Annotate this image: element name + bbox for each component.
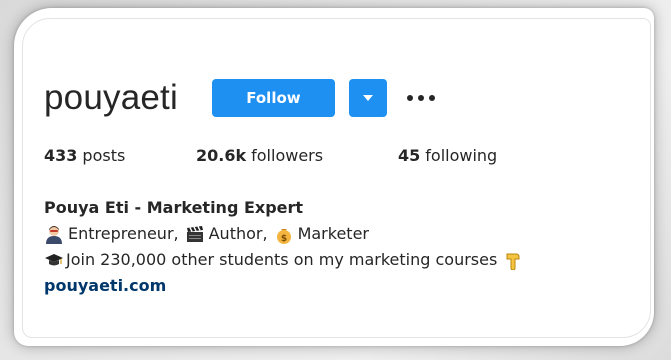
person-emoji-icon [44,224,64,244]
followers-stat[interactable]: 20.6k followers [196,146,398,165]
followers-count: 20.6k [196,146,247,165]
following-stat[interactable]: 45 following [398,146,497,165]
money-bag-emoji-icon: $ [274,224,294,244]
clapperboard-emoji-icon [185,224,205,244]
bio-name: Pouya Eti - Marketing Expert [44,198,304,217]
following-count: 45 [398,146,421,165]
svg-text:$: $ [280,234,286,244]
profile-stats: 433 posts 20.6k followers 45 following [44,146,644,165]
bio-role-marketer: Marketer [297,224,369,243]
more-options-icon [406,95,413,101]
profile-header: pouyaeti Follow 433 posts 20.6k follower… [44,72,644,299]
follow-button[interactable]: Follow [211,79,335,117]
posts-stat: 433 posts [44,146,196,165]
suggestions-dropdown-button[interactable] [348,79,387,117]
following-label: following [425,146,498,165]
followers-label: followers [251,146,324,165]
graduation-cap-emoji-icon [44,250,64,270]
bio-courses-line: Join 230,000 other students on my market… [44,247,644,273]
chevron-down-icon [362,95,373,101]
bio-website-link[interactable]: pouyaeti.com [44,276,166,295]
posts-label: posts [82,146,126,165]
more-options-dot [417,95,424,101]
profile-bio: Pouya Eti - Marketing Expert Entrepreneu… [44,195,644,299]
bio-roles-line: Entrepreneur, Author, $ Marketer [44,221,644,247]
bio-courses-text: Join 230,000 other students on my market… [66,250,498,269]
bio-role-author: Author, [208,224,268,243]
bio-role-entrepreneur: Entrepreneur, [68,224,179,243]
screenshot-background: pouyaeti Follow 433 posts 20.6k follower… [0,0,671,360]
pointing-down-emoji-icon [503,250,523,270]
posts-count: 433 [44,146,78,165]
profile-title-row: pouyaeti Follow [44,72,644,124]
more-options-button[interactable] [403,87,439,109]
more-options-dot [428,95,435,101]
profile-username: pouyaeti [44,78,178,117]
